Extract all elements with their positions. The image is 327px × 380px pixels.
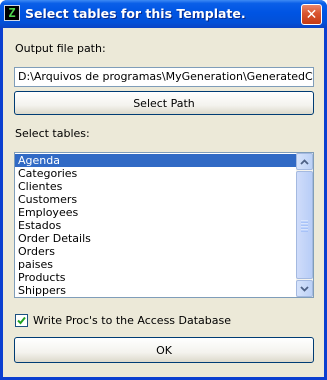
chevron-up-icon [300,158,309,165]
list-item[interactable]: Products [15,271,296,284]
ok-button[interactable]: OK [14,337,314,363]
vertical-scrollbar[interactable] [296,153,313,297]
checkmark-icon [17,316,26,325]
app-icon: Z [4,5,20,21]
select-tables-label: Select tables: [15,127,90,140]
list-item[interactable]: Categories [15,167,296,180]
list-item[interactable]: Customers [15,193,296,206]
close-button[interactable]: ✕ [301,4,322,25]
write-procs-checkbox[interactable] [15,314,28,327]
tables-listbox[interactable]: Agenda Categories Clientes Customers Employe… [14,152,314,298]
tables-list: Agenda Categories Clientes Customers Employe… [15,154,296,297]
scroll-down-button[interactable] [296,280,313,297]
list-item[interactable]: Employees [15,206,296,219]
window-title: Select tables for this Template. [25,6,246,21]
scroll-grip-icon [301,220,308,232]
title-bar[interactable]: Z Select tables for this Template. ✕ [0,0,327,28]
scroll-up-button[interactable] [296,153,313,170]
scroll-thumb[interactable] [296,171,313,279]
list-item[interactable]: Clientes [15,180,296,193]
chevron-down-icon [300,285,309,292]
output-path-label: Output file path: [15,42,106,55]
list-item[interactable]: paises [15,258,296,271]
select-path-button[interactable]: Select Path [14,91,314,115]
list-item[interactable]: Order Details [15,232,296,245]
output-path-input[interactable]: D:\Arquivos de programas\MyGeneration\Ge… [14,67,314,87]
write-procs-label[interactable]: Write Proc's to the Access Database [33,314,231,327]
list-item[interactable]: Estados [15,219,296,232]
list-item[interactable]: Agenda [15,154,296,167]
app-icon-glyph: Z [8,6,16,20]
close-icon: ✕ [305,6,318,23]
list-item[interactable]: Orders [15,245,296,258]
list-item[interactable]: Shippers [15,284,296,297]
